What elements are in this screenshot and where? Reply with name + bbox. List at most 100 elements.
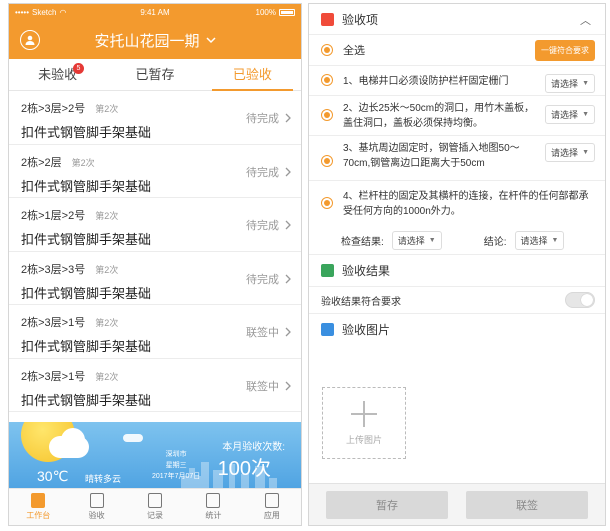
document-icon	[89, 493, 104, 508]
monthly-count: 100次	[217, 458, 271, 480]
check-item-radio[interactable]	[321, 109, 333, 121]
save-draft-button[interactable]: 暂存	[326, 490, 448, 519]
task-batch: 第2次	[95, 371, 119, 382]
plus-icon	[351, 400, 377, 427]
tab-saved[interactable]: 已暂存	[106, 59, 203, 90]
tabbar-label: 统计	[205, 511, 222, 520]
weather-description: 晴转多云	[85, 474, 122, 484]
caret-down-icon: ▼	[582, 80, 589, 87]
tabbar-item-acceptance[interactable]: 验收	[67, 489, 125, 525]
tab-label: 已暂存	[135, 67, 175, 82]
page-title: 安托山花园一期	[94, 32, 200, 50]
result-icon	[321, 264, 334, 277]
tab-label: 已验收	[232, 67, 272, 82]
check-item-select[interactable]: 请选择 ▼	[545, 105, 595, 124]
tab-label: 未验收	[38, 67, 78, 82]
user-icon[interactable]	[20, 30, 40, 50]
nav-bar: 安托山花园一期	[9, 21, 301, 59]
check-item-radio[interactable]	[321, 197, 333, 209]
task-location: 2栋>1层>2号	[21, 210, 86, 222]
weather-location: 深圳市 星期三 2017年7月07日	[152, 449, 200, 482]
weather-banner: 30℃ 晴转多云 深圳市 星期三 2017年7月07日 本月验收次数: 100次	[9, 422, 301, 490]
status-bar: ••••• Sketch ◠ 9:41 AM 100%	[9, 4, 301, 21]
list-item[interactable]: 2栋>3层>2号 第2次 扣件式钢管脚手架基础 待完成	[9, 91, 301, 145]
select-all-radio[interactable]	[321, 44, 333, 56]
section-title: 验收项	[342, 12, 379, 27]
tabbar-item-record[interactable]: 记录	[126, 489, 184, 525]
list-item[interactable]: 2栋>3层>1号 第2次 扣件式钢管脚手架基础 联签中	[9, 305, 301, 359]
tab-accepted[interactable]: 已验收	[204, 59, 301, 91]
caret-down-icon: ▼	[551, 237, 559, 244]
select-all-label: 全选	[343, 45, 365, 57]
result-toggle[interactable]	[565, 292, 595, 308]
check-item-text: 1、电梯井口必须设防护栏杆固定栅门	[343, 76, 509, 87]
check-item-select[interactable]: 请选择 ▼	[545, 143, 595, 162]
select-all-row: 全选 一键符合要求	[309, 35, 605, 66]
chevron-right-icon	[285, 220, 291, 230]
cosign-button[interactable]: 联签	[466, 490, 588, 519]
cloud-icon	[123, 434, 143, 442]
weather-city: 深圳市	[165, 451, 187, 458]
result-toggle-row: 验收结果符合要求	[309, 286, 605, 314]
chevron-right-icon	[285, 327, 291, 337]
task-batch: 第2次	[95, 318, 119, 328]
bottom-tabbar: 工作台 验收 记录 统计 应用	[9, 488, 301, 525]
select-value: 请选择	[397, 236, 425, 246]
conclusion-select[interactable]: 请选择 ▼	[514, 231, 565, 250]
tabbar-item-apps[interactable]: 应用	[243, 489, 301, 525]
check-item-radio[interactable]	[321, 155, 333, 167]
action-bar: 暂存 联签	[309, 483, 605, 525]
upload-image-button[interactable]: 上传图片	[322, 387, 406, 459]
chevron-up-icon[interactable]: ︿	[580, 12, 591, 28]
list-item[interactable]: 2栋>3层>1号 第2次 扣件式钢管脚手架基础 联签中	[9, 359, 301, 412]
list-item[interactable]: 2栋>2层 第2次 扣件式钢管脚手架基础 待完成	[9, 145, 301, 198]
task-batch: 第2次	[95, 264, 119, 275]
check-item-text: 3、基坑周边固定时，钢管插入地图50～70cm,钢管离边口距离大于50cm	[343, 143, 520, 169]
caret-down-icon: ▼	[582, 149, 589, 156]
weather-temperature: 30℃	[37, 468, 69, 484]
check-item-radio[interactable]	[321, 74, 333, 86]
task-batch: 第2次	[95, 211, 119, 221]
task-location: 2栋>2层	[21, 156, 62, 169]
chevron-right-icon	[285, 167, 291, 176]
check-item-text: 2、边长25米～50cm的洞口，用竹木盖板，盖住洞口，盖板必须保持均衡。	[343, 103, 535, 129]
items-section-header[interactable]: 验收项 ︿	[309, 4, 605, 35]
result-toggle-label: 验收结果符合要求	[321, 296, 401, 308]
conclusion-label: 结论:	[483, 237, 507, 248]
tab-pending[interactable]: 未验收 5	[9, 59, 106, 90]
tabbar-item-statistics[interactable]: 统计	[184, 489, 242, 525]
list-item[interactable]: 2栋>3层>3号 第2次 扣件式钢管脚手架基础 待完成	[9, 252, 301, 305]
select-value: 请选择	[520, 236, 548, 246]
check-item-row: 2、边长25米～50cm的洞口，用竹木盖板，盖住洞口，盖板必须保持均衡。 请选择…	[309, 96, 605, 136]
task-location: 2栋>3层>2号	[21, 103, 86, 115]
apps-icon	[264, 493, 279, 508]
list-item[interactable]: 2栋>1层>2号 第2次 扣件式钢管脚手架基础 待完成	[9, 198, 301, 252]
monthly-count-label: 本月验收次数:	[222, 442, 285, 453]
tabbar-label: 应用	[263, 511, 280, 520]
task-location: 2栋>3层>1号	[21, 317, 86, 329]
task-status: 联签中	[246, 380, 279, 393]
count-badge: 5	[73, 63, 84, 74]
task-list: 2栋>3层>2号 第2次 扣件式钢管脚手架基础 待完成 2栋>2层 第2次 扣件式钢…	[9, 91, 301, 412]
chevron-right-icon	[285, 381, 291, 390]
all-compliant-button[interactable]: 一键符合要求	[535, 39, 595, 61]
select-value: 请选择	[551, 110, 579, 120]
task-status: 联签中	[246, 327, 279, 339]
tabbar-label: 记录	[147, 511, 164, 520]
section-title: 验收结果	[342, 264, 391, 278]
status-tabs: 未验收 5 已暂存 已验收	[9, 59, 301, 91]
project-selector[interactable]: 安托山花园一期	[94, 30, 216, 51]
chevron-down-icon	[205, 36, 216, 43]
check-item-select[interactable]: 请选择 ▼	[545, 74, 595, 93]
caret-down-icon: ▼	[582, 111, 589, 118]
check-result-row: 检查结果: 请选择 ▼ 结论: 请选择 ▼	[309, 227, 605, 255]
inspection-list-screen: ••••• Sketch ◠ 9:41 AM 100% 安托山花园一期 未验收 …	[8, 3, 302, 526]
workbench-icon	[31, 493, 46, 508]
tabbar-label: 工作台	[26, 511, 51, 520]
tabbar-item-workbench[interactable]: 工作台	[9, 489, 67, 525]
check-item-text: 4、栏杆柱的固定及其横杆的连接，在杆件的任何部都承受任何方向的1000n外力。	[343, 191, 589, 217]
inspection-form-screen: 验收项 ︿ 全选 一键符合要求 1、电梯井口必须设防护栏杆固定栅门 请选择 ▼ 2…	[308, 3, 606, 526]
weather-date: 2017年7月07日	[152, 473, 201, 480]
check-result-select[interactable]: 请选择 ▼	[391, 231, 442, 250]
record-icon	[148, 493, 163, 508]
